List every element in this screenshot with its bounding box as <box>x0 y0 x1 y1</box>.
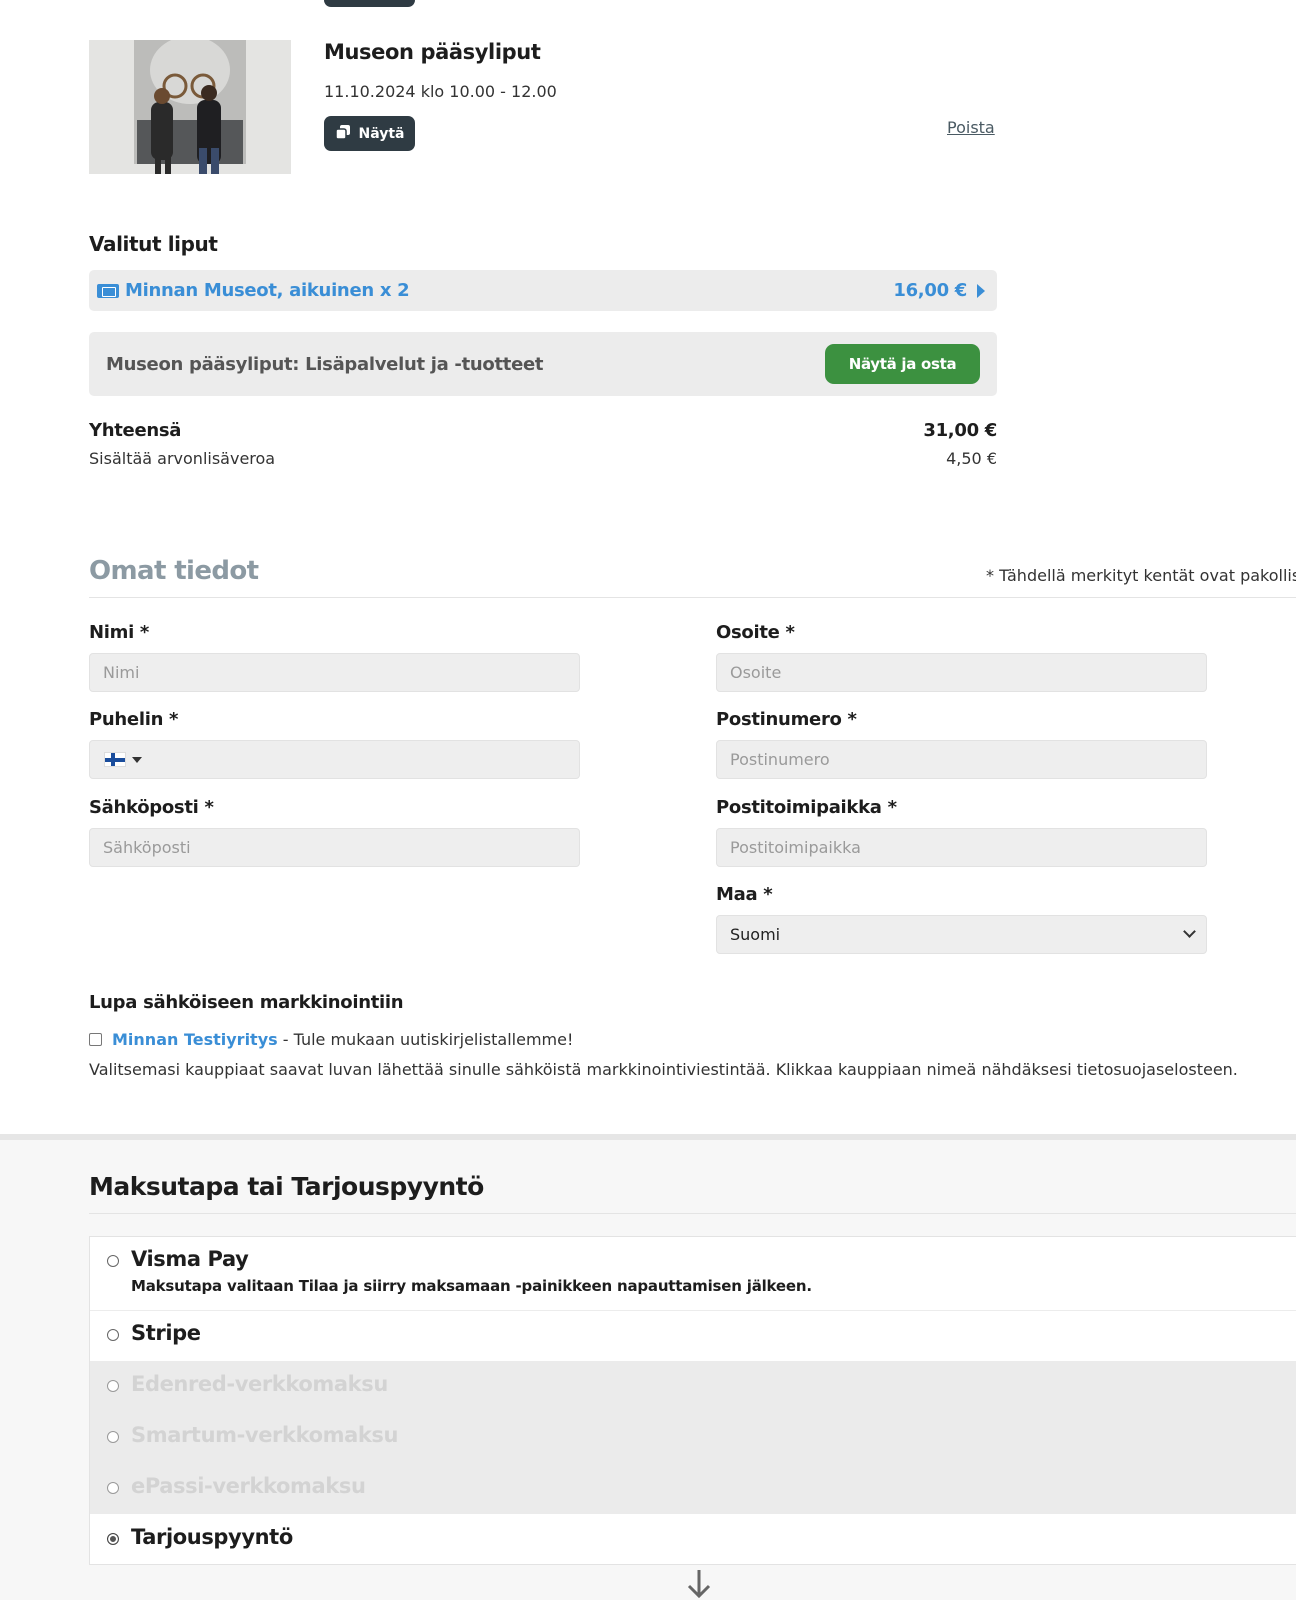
ticket-icon <box>97 283 119 298</box>
ticket-price: 16,00 € <box>893 280 967 301</box>
postal-code-input[interactable] <box>716 740 1207 779</box>
arrow-down-icon <box>686 1568 712 1600</box>
radio-quote-request[interactable] <box>107 1533 119 1545</box>
copy-icon <box>334 124 351 144</box>
name-input[interactable] <box>89 653 580 692</box>
radio-visma-pay[interactable] <box>107 1255 119 1267</box>
show-and-buy-button[interactable]: Näytä ja osta <box>825 344 980 384</box>
phone-input[interactable] <box>89 740 580 779</box>
name-label: Nimi * <box>89 622 150 643</box>
country-label: Maa * <box>716 884 773 905</box>
vat-value: 4,50 € <box>946 449 997 468</box>
payment-options-list: Visma Pay Maksutapa valitaan Tilaa ja si… <box>89 1236 1296 1565</box>
show-ticket-button[interactable]: Näytä <box>324 116 415 151</box>
product-title: Museon pääsyliput <box>324 40 541 64</box>
required-fields-note: * Tähdellä merkityt kentät ovat pakollis… <box>986 566 1296 585</box>
total-label: Yhteensä <box>89 420 182 441</box>
previous-item-button-edge[interactable] <box>324 0 415 7</box>
postal-code-label: Postinumero * <box>716 709 857 730</box>
show-ticket-label: Näytä <box>358 125 405 142</box>
chevron-down-icon <box>132 756 142 763</box>
personal-info-heading: Omat tiedot <box>89 556 259 586</box>
country-select[interactable]: Suomi <box>716 915 1207 954</box>
city-input[interactable] <box>716 828 1207 867</box>
payment-option-name: Edenred-verkkomaksu <box>131 1372 388 1396</box>
consent-note: Valitsemasi kauppiaat saavat luvan lähet… <box>89 1060 1238 1079</box>
ticket-label: Minnan Museot, aikuinen x 2 <box>125 280 410 301</box>
chevron-right-icon <box>977 283 985 298</box>
extras-label: Museon pääsyliput: Lisäpalvelut ja -tuot… <box>106 353 544 375</box>
phone-label: Puhelin * <box>89 709 179 730</box>
payment-option-name: Visma Pay <box>131 1247 249 1271</box>
ticket-row[interactable]: Minnan Museot, aikuinen x 2 16,00 € <box>89 270 997 311</box>
extras-box: Museon pääsyliput: Lisäpalvelut ja -tuot… <box>89 332 997 396</box>
consent-row: Minnan Testiyritys - Tule mukaan uutiski… <box>89 1030 573 1049</box>
chevron-down-icon <box>1183 925 1196 938</box>
divider <box>89 1213 1296 1214</box>
merchant-link[interactable]: Minnan Testiyritys <box>112 1030 278 1049</box>
payment-option-quote-request[interactable]: Tarjouspyyntö <box>90 1514 1296 1565</box>
payment-option-name: Tarjouspyyntö <box>131 1525 293 1549</box>
address-label: Osoite * <box>716 622 795 643</box>
vat-label: Sisältää arvonlisäveroa <box>89 449 276 468</box>
radio-stripe[interactable] <box>107 1329 119 1341</box>
payment-option-smartum: Smartum-verkkomaksu <box>90 1412 1296 1463</box>
radio-epassi <box>107 1482 119 1494</box>
address-input[interactable] <box>716 653 1207 692</box>
payment-option-desc: Maksutapa valitaan Tilaa ja siirry maksa… <box>131 1277 812 1295</box>
finland-flag-icon[interactable] <box>104 752 126 767</box>
email-input[interactable] <box>89 828 580 867</box>
payment-option-epassi: ePassi-verkkomaksu <box>90 1463 1296 1514</box>
country-value: Suomi <box>730 925 781 944</box>
payment-option-name: Smartum-verkkomaksu <box>131 1423 399 1447</box>
selected-tickets-heading: Valitut liput <box>89 232 218 256</box>
payment-option-name: Stripe <box>131 1321 201 1345</box>
product-image <box>89 40 291 174</box>
radio-edenred <box>107 1380 119 1392</box>
remove-link[interactable]: Poista <box>947 118 995 137</box>
email-label: Sähköposti * <box>89 797 214 818</box>
payment-option-edenred: Edenred-verkkomaksu <box>90 1361 1296 1412</box>
marketing-consent-heading: Lupa sähköiseen markkinointiin <box>89 992 404 1013</box>
payment-option-visma-pay[interactable]: Visma Pay Maksutapa valitaan Tilaa ja si… <box>90 1237 1296 1310</box>
divider <box>89 597 1296 598</box>
radio-smartum <box>107 1431 119 1443</box>
payment-option-name: ePassi-verkkomaksu <box>131 1474 366 1498</box>
product-date: 11.10.2024 klo 10.00 - 12.00 <box>324 82 557 101</box>
payment-heading: Maksutapa tai Tarjouspyyntö <box>89 1172 484 1201</box>
city-label: Postitoimipaikka * <box>716 797 897 818</box>
consent-checkbox[interactable] <box>89 1033 102 1046</box>
consent-text: - Tule mukaan uutiskirjelistallemme! <box>277 1030 574 1049</box>
total-value: 31,00 € <box>923 420 997 441</box>
payment-option-stripe[interactable]: Stripe <box>90 1311 1296 1361</box>
